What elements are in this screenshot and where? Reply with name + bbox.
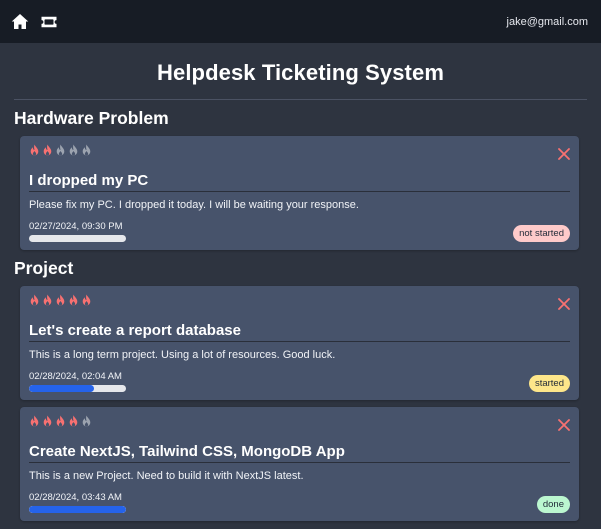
- ticket-description: Please fix my PC. I dropped it today. I …: [29, 199, 359, 211]
- priority-rating: [29, 144, 570, 158]
- progress-bar: [29, 385, 126, 392]
- ticket-card[interactable]: Create NextJS, Tailwind CSS, MongoDB App…: [20, 407, 579, 521]
- ticket-date: 02/28/2024, 02:04 AM: [29, 371, 122, 382]
- flame-icon: [81, 144, 92, 157]
- ticket-meta: 02/28/2024, 02:04 AM: [29, 371, 126, 392]
- progress-bar: [29, 506, 126, 513]
- ticket-title: Create NextJS, Tailwind CSS, MongoDB App: [29, 443, 345, 460]
- flame-icon: [42, 294, 53, 307]
- ticket-meta: 02/27/2024, 09:30 PM: [29, 221, 126, 242]
- ticket-title: Let's create a report database: [29, 322, 241, 339]
- flame-icon: [29, 294, 40, 307]
- ticket-title: I dropped my PC: [29, 172, 149, 189]
- flame-icon: [68, 415, 79, 428]
- category-heading: Project: [14, 258, 74, 278]
- ticket-footer: 02/28/2024, 03:43 AM done: [29, 492, 570, 513]
- status-badge: done: [536, 496, 570, 513]
- status-badge: not started: [513, 225, 570, 242]
- flame-icon: [42, 415, 53, 428]
- progress-fill: [29, 506, 126, 513]
- page-title: Helpdesk Ticketing System: [157, 60, 444, 85]
- priority-rating: [29, 294, 570, 308]
- ticket-meta: 02/28/2024, 03:43 AM: [29, 492, 126, 513]
- ticket-date: 02/28/2024, 03:43 AM: [29, 492, 122, 503]
- ticket-description: This is a long term project. Using a lot…: [29, 349, 336, 361]
- flame-icon: [81, 294, 92, 307]
- progress-fill: [29, 385, 94, 392]
- home-icon[interactable]: [11, 13, 29, 31]
- progress-bar: [29, 235, 126, 242]
- ticket-card[interactable]: I dropped my PC Please fix my PC. I dropp…: [20, 136, 579, 250]
- ticket-date: 02/27/2024, 09:30 PM: [29, 221, 123, 232]
- ticket-divider: [29, 341, 570, 342]
- flame-icon: [29, 144, 40, 157]
- user-email: jake@gmail.com: [506, 15, 588, 28]
- flame-icon: [55, 415, 66, 428]
- ticket-divider: [29, 191, 570, 192]
- ticket-icon[interactable]: [40, 13, 58, 31]
- priority-rating: [29, 415, 570, 429]
- ticket-footer: 02/28/2024, 02:04 AM started: [29, 371, 570, 392]
- flame-icon: [55, 294, 66, 307]
- nav-icons: [11, 13, 58, 31]
- flame-icon: [55, 144, 66, 157]
- ticket-footer: 02/27/2024, 09:30 PM not started: [29, 221, 570, 242]
- delete-ticket-icon[interactable]: [558, 297, 570, 310]
- category-heading: Hardware Problem: [14, 108, 169, 128]
- delete-ticket-icon[interactable]: [558, 418, 570, 431]
- flame-icon: [81, 415, 92, 428]
- flame-icon: [68, 294, 79, 307]
- ticket-card[interactable]: Let's create a report database This is a …: [20, 286, 579, 400]
- flame-icon: [42, 144, 53, 157]
- flame-icon: [29, 415, 40, 428]
- top-nav-bar: jake@gmail.com: [0, 0, 601, 43]
- ticket-categories: Hardware Problem I dropped my PC Please fi…: [0, 108, 601, 521]
- ticket-description: This is a new Project. Need to build it …: [29, 470, 304, 482]
- delete-ticket-icon[interactable]: [558, 147, 570, 160]
- ticket-divider: [29, 462, 570, 463]
- title-divider: [14, 99, 587, 100]
- flame-icon: [68, 144, 79, 157]
- status-badge: started: [528, 375, 570, 392]
